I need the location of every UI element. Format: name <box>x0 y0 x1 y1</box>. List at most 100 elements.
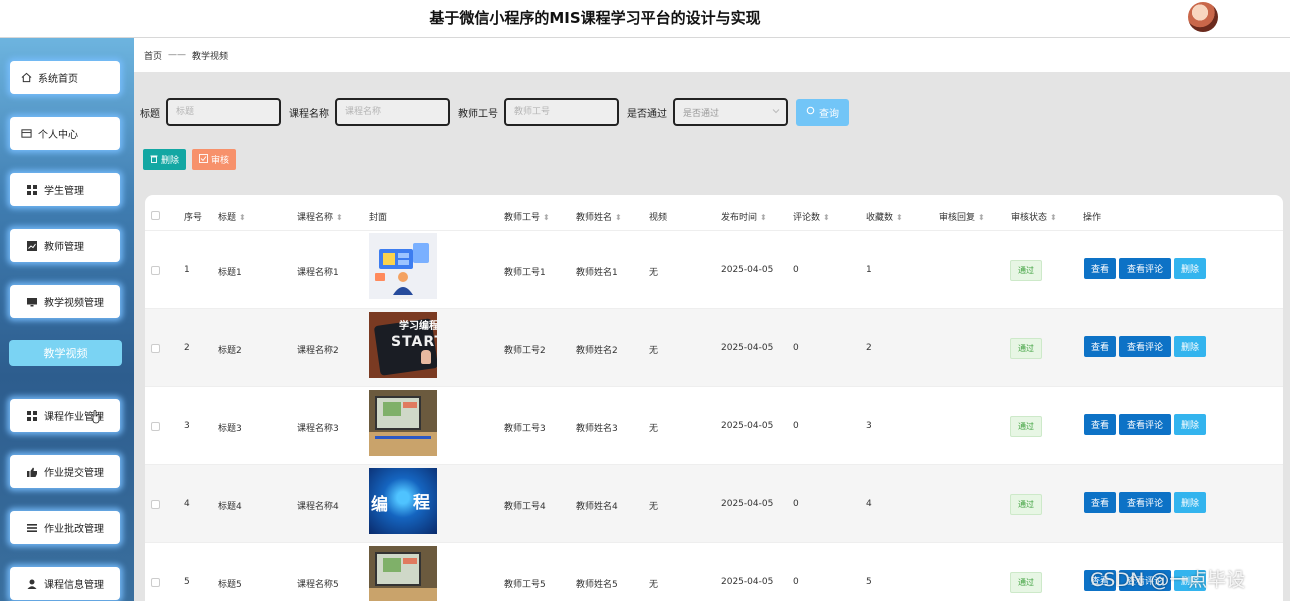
sidebar-subitem-teaching-video[interactable]: 教学视频 <box>9 340 122 366</box>
view-button[interactable]: 查看 <box>1084 492 1116 513</box>
batch-delete-button[interactable]: 删除 <box>143 149 187 170</box>
cover-text-bottom: START <box>391 334 437 350</box>
sidebar-item-submissions[interactable]: 作业提交管理 <box>10 455 120 488</box>
thumb-icon <box>26 466 38 478</box>
breadcrumb-home[interactable]: 首页 <box>144 49 162 62</box>
cell-publish-time: 2025-04-05 <box>721 343 774 353</box>
view-button[interactable]: 查看 <box>1084 258 1116 279</box>
cell-favorites: 1 <box>866 265 872 275</box>
cover-text-right: 程 <box>413 493 430 513</box>
view-comments-button[interactable]: 查看评论 <box>1119 336 1171 357</box>
course-filter-input[interactable] <box>335 98 450 126</box>
cell-video: 无 <box>649 502 659 512</box>
cell-index: 1 <box>184 265 190 275</box>
audit-icon <box>199 153 208 166</box>
sidebar-item-grading[interactable]: 作业批改管理 <box>10 511 120 544</box>
user-icon <box>26 578 38 590</box>
row-checkbox[interactable] <box>151 266 160 275</box>
cell-publish-time: 2025-04-05 <box>721 421 774 431</box>
hand-cursor-icon <box>92 410 100 424</box>
table-header: 序号 标题 ⬍ 课程名称 ⬍ 封面 教师工号 ⬍ 教师姓名 ⬍ 视频 发布时间 ⬍ 评论数… <box>145 195 1283 231</box>
sidebar-item-label: 教师管理 <box>44 242 84 253</box>
row-checkbox[interactable] <box>151 422 160 431</box>
cover-image: 学习编程 START <box>369 312 437 378</box>
search-bar: 标题 课程名称 教师工号 是否通过 是否通过 查询 <box>140 98 849 126</box>
course-filter-label: 课程名称 <box>289 108 329 120</box>
batch-delete-label: 删除 <box>161 156 180 166</box>
pass-filter-placeholder: 是否通过 <box>683 108 720 119</box>
main-content: 首页 —— 教学视频 标题 课程名称 教师工号 是否通过 是否通过 查询 <box>134 38 1290 601</box>
cell-index: 4 <box>184 499 190 509</box>
table-row: 4 标题4 课程名称4 编 程 教师工号4 教师姓名4 无 2025-04-05… <box>145 465 1283 543</box>
audit-label: 审核 <box>211 156 230 166</box>
cell-video: 无 <box>649 424 659 434</box>
sort-icon: ⬍ <box>543 213 550 222</box>
view-button[interactable]: 查看 <box>1084 414 1116 435</box>
cover-image <box>369 546 437 601</box>
sidebar: 系统首页 个人中心 学生管理 教师管理 教学视频管理 教学视频 课程作业管理 作… <box>0 38 134 601</box>
cell-teacher-id: 教师工号4 <box>504 502 546 512</box>
sidebar-item-label: 课程信息管理 <box>44 580 104 591</box>
view-comments-button[interactable]: 查看评论 <box>1119 492 1171 513</box>
status-badge: 通过 <box>1010 338 1042 359</box>
header-teacher-name[interactable]: 教师姓名 ⬍ <box>576 210 622 223</box>
title-filter-input[interactable] <box>166 98 281 126</box>
breadcrumb-separator: —— <box>168 50 187 60</box>
audit-button[interactable]: 审核 <box>192 149 237 170</box>
cell-video: 无 <box>649 268 659 278</box>
header-reply[interactable]: 审核回复 ⬍ <box>939 210 985 223</box>
sidebar-item-homework[interactable]: 课程作业管理 <box>10 399 120 432</box>
sidebar-item-label: 作业提交管理 <box>44 468 104 479</box>
cell-course: 课程名称3 <box>297 424 339 434</box>
cell-teacher-name: 教师姓名1 <box>576 268 618 278</box>
cell-comments: 0 <box>793 265 799 275</box>
header-course[interactable]: 课程名称 ⬍ <box>297 210 343 223</box>
cell-comments: 0 <box>793 499 799 509</box>
delete-button[interactable]: 删除 <box>1174 492 1206 513</box>
row-checkbox[interactable] <box>151 578 160 587</box>
view-button[interactable]: 查看 <box>1084 336 1116 357</box>
cell-teacher-name: 教师姓名2 <box>576 346 618 356</box>
list-icon <box>26 522 38 534</box>
row-checkbox[interactable] <box>151 500 160 509</box>
sort-icon: ⬍ <box>1050 213 1057 222</box>
sidebar-item-home[interactable]: 系统首页 <box>10 61 120 94</box>
sidebar-item-course-info[interactable]: 课程信息管理 <box>10 567 120 600</box>
select-all-checkbox[interactable] <box>151 211 160 220</box>
sidebar-item-video-management[interactable]: 教学视频管理 <box>10 285 120 318</box>
header-index: 序号 <box>184 213 203 223</box>
sidebar-item-teachers[interactable]: 教师管理 <box>10 229 120 262</box>
delete-button[interactable]: 删除 <box>1174 336 1206 357</box>
sidebar-item-personal[interactable]: 个人中心 <box>10 117 120 150</box>
header-favorites[interactable]: 收藏数 ⬍ <box>866 210 903 223</box>
cell-teacher-name: 教师姓名4 <box>576 502 618 512</box>
row-checkbox[interactable] <box>151 344 160 353</box>
header-title[interactable]: 标题 ⬍ <box>218 210 246 223</box>
header-comments[interactable]: 评论数 ⬍ <box>793 210 830 223</box>
header-ops: 操作 <box>1083 213 1102 223</box>
view-comments-button[interactable]: 查看评论 <box>1119 258 1171 279</box>
view-comments-button[interactable]: 查看评论 <box>1119 414 1171 435</box>
query-button[interactable]: 查询 <box>796 98 849 126</box>
header-publish-time[interactable]: 发布时间 ⬍ <box>721 210 767 223</box>
status-badge: 通过 <box>1010 494 1042 515</box>
title-filter-label: 标题 <box>140 108 160 120</box>
sidebar-item-label: 个人中心 <box>38 130 78 141</box>
sidebar-item-students[interactable]: 学生管理 <box>10 173 120 206</box>
cell-title: 标题4 <box>218 502 242 512</box>
cell-teacher-name: 教师姓名5 <box>576 580 618 590</box>
monitor-icon <box>26 296 38 308</box>
grid-icon <box>26 410 38 422</box>
watermark: CSDN @一点毕设 <box>1090 569 1246 591</box>
user-avatar[interactable] <box>1188 2 1218 32</box>
card-icon <box>20 128 32 140</box>
header-status[interactable]: 审核状态 ⬍ <box>1011 210 1057 223</box>
delete-button[interactable]: 删除 <box>1174 414 1206 435</box>
pass-filter-select[interactable]: 是否通过 <box>673 98 788 126</box>
header-teacher-id[interactable]: 教师工号 ⬍ <box>504 210 550 223</box>
cell-index: 3 <box>184 421 190 431</box>
status-badge: 通过 <box>1010 260 1042 281</box>
delete-button[interactable]: 删除 <box>1174 258 1206 279</box>
pass-filter-label: 是否通过 <box>627 108 667 120</box>
teacher-filter-input[interactable] <box>504 98 619 126</box>
